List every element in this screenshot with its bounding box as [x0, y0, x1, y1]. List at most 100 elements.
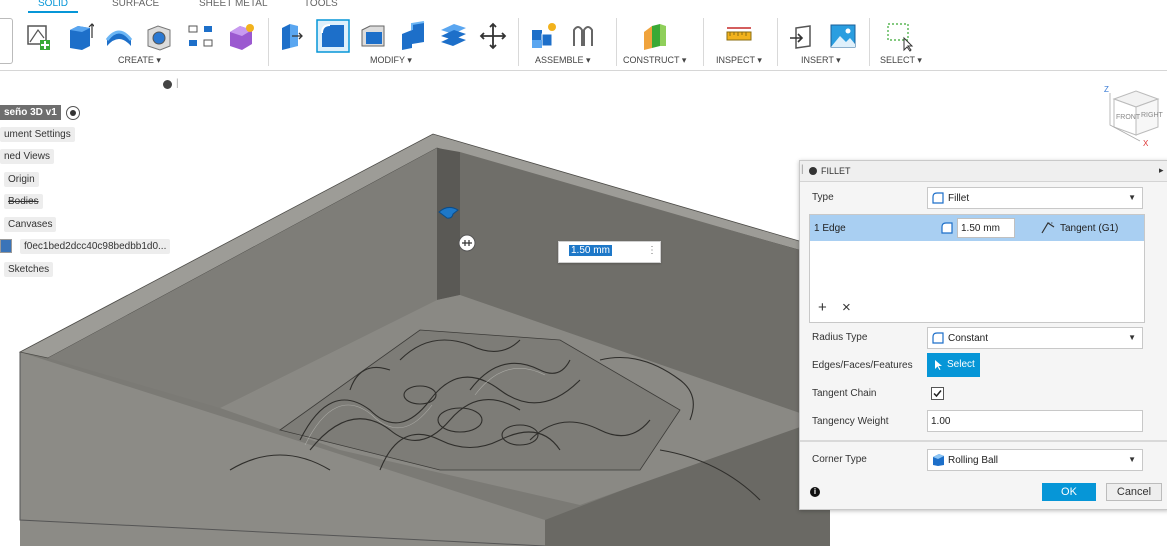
browser-collapse-icon[interactable] [163, 80, 172, 89]
new-component-icon[interactable] [528, 20, 558, 52]
browser-pin-icon[interactable]: | [176, 78, 179, 89]
browser-item-named-views[interactable]: ned Views [0, 149, 54, 164]
revolve-icon[interactable] [104, 20, 134, 52]
tab-surface[interactable]: SURFACE [112, 0, 159, 9]
viewcube[interactable]: FRONT RIGHT Z X [1100, 85, 1163, 148]
corner-type-select[interactable]: Rolling Ball ▼ [927, 449, 1143, 471]
radius-type-value: Constant [948, 333, 989, 344]
dimension-input-box[interactable]: 1.50 mm ⋮ [558, 241, 661, 263]
select-menu[interactable]: SELECT ▾ [880, 55, 922, 66]
section-divider [800, 440, 1167, 442]
toolbar-separator [268, 18, 269, 66]
fillet-icon[interactable] [316, 19, 350, 53]
tab-tools[interactable]: TOOLS [304, 0, 338, 9]
dialog-expand-icon[interactable]: ▸ [1159, 165, 1164, 176]
modify-menu[interactable]: MODIFY ▾ [370, 55, 412, 66]
info-icon[interactable]: i [810, 487, 820, 497]
tangency-weight-value[interactable]: 1.00 [931, 416, 950, 427]
edge-continuity-value[interactable]: Tangent (G1) [1060, 223, 1118, 234]
browser-root[interactable]: seño 3D v1 [0, 105, 61, 120]
radius-icon [941, 222, 953, 234]
edge-radius-value[interactable]: 1.50 mm [961, 223, 1000, 234]
tab-sheet-metal[interactable]: SHEET METAL [199, 0, 268, 9]
insert-canvas-icon[interactable] [828, 20, 858, 52]
type-value: Fillet [948, 193, 970, 204]
move-copy-icon[interactable] [478, 20, 508, 52]
radius-type-chevron-icon[interactable]: ▼ [1128, 333, 1136, 342]
dimension-more-icon[interactable]: ⋮ [647, 245, 657, 256]
toolbar-separator [777, 18, 778, 66]
edge-row-selected[interactable]: 1 Edge 1.50 mm Tangent (G1) [810, 215, 1144, 241]
browser-item-origin[interactable]: Origin [4, 172, 39, 187]
toolbar-separator [703, 18, 704, 66]
viewcube-axis-x: X [1143, 139, 1149, 148]
constant-radius-icon [932, 332, 944, 344]
extrude-icon[interactable] [64, 20, 94, 52]
radius-type-label: Radius Type [812, 332, 868, 343]
create-sketch-icon[interactable] [24, 20, 54, 52]
tangent-chain-checkbox[interactable] [931, 387, 944, 400]
tab-solid[interactable]: SOLID [38, 0, 68, 9]
press-pull-icon[interactable] [276, 20, 306, 52]
toolbar-separator [869, 18, 870, 66]
select-edges-button[interactable]: Select [927, 353, 980, 377]
toolbar-separator [616, 18, 617, 66]
add-edge-button[interactable]: + [818, 299, 827, 316]
browser-item-sketches[interactable]: Sketches [4, 262, 54, 277]
canvas-thumbnail-icon [0, 239, 12, 253]
fillet-header[interactable]: | FILLET ▸ [800, 161, 1167, 182]
select-edges-label: Select [947, 359, 975, 370]
rectangular-pattern-icon[interactable] [186, 20, 216, 52]
viewcube-right[interactable]: RIGHT [1141, 112, 1163, 119]
tangency-weight-input[interactable]: 1.00 [927, 410, 1143, 432]
dialog-grip-icon[interactable]: | [801, 164, 804, 175]
joint-icon[interactable] [568, 20, 598, 52]
active-tab-indicator [28, 11, 78, 13]
checkmark-icon [933, 390, 942, 398]
hole-icon[interactable] [144, 20, 174, 52]
cancel-button[interactable]: Cancel [1106, 483, 1162, 501]
ok-label: OK [1061, 486, 1077, 498]
corner-type-chevron-icon[interactable]: ▼ [1128, 455, 1136, 464]
insert-menu[interactable]: INSERT ▾ [801, 55, 841, 66]
offset-plane-icon[interactable] [640, 20, 670, 52]
create-form-icon[interactable] [226, 20, 256, 52]
ok-button[interactable]: OK [1042, 483, 1096, 501]
viewcube-front[interactable]: FRONT [1116, 114, 1140, 121]
cancel-label: Cancel [1116, 486, 1152, 498]
active-component-radio[interactable] [66, 106, 80, 120]
browser-panel: | seño 3D v1 ument Settings ned Views Or… [0, 78, 185, 278]
edges-faces-features-label: Edges/Faces/Features [812, 360, 913, 371]
construct-menu[interactable]: CONSTRUCT ▾ [623, 55, 686, 66]
assemble-menu[interactable]: ASSEMBLE ▾ [535, 55, 591, 66]
dialog-collapse-icon[interactable] [809, 167, 817, 175]
type-dropdown-chevron-icon[interactable]: ▼ [1128, 193, 1136, 202]
measure-icon[interactable] [724, 20, 754, 52]
inspect-menu[interactable]: INSPECT ▾ [716, 55, 762, 66]
chamfer-icon[interactable] [358, 20, 388, 52]
tangency-weight-label: Tangency Weight [812, 416, 889, 427]
combine-icon[interactable] [438, 20, 468, 52]
remove-edge-button[interactable]: × [842, 299, 851, 316]
shell-icon[interactable] [398, 20, 428, 52]
radius-type-select[interactable]: Constant ▼ [927, 327, 1143, 349]
fillet-dialog: | FILLET ▸ Type Fillet ▼ 1 Edge 1.50 mm … [799, 160, 1167, 510]
edge-radius-input[interactable]: 1.50 mm [957, 218, 1015, 238]
window-select-icon[interactable] [884, 20, 914, 52]
browser-item-canvases[interactable]: Canvases [4, 217, 57, 232]
browser-item-document-settings[interactable]: ument Settings [0, 127, 75, 142]
browser-item-bodies[interactable]: Bodies [4, 194, 43, 209]
toolbar-separator [518, 18, 519, 66]
browser-item-canvas-image[interactable]: f0ec1bed2dcc40c98bedbb1d0... [20, 239, 171, 254]
rolling-ball-icon [933, 454, 944, 466]
viewcube-axis-z: Z [1104, 85, 1109, 94]
type-label: Type [812, 192, 834, 203]
type-select[interactable]: Fillet ▼ [927, 187, 1143, 209]
dimension-input-value[interactable]: 1.50 mm [569, 245, 612, 256]
edge-count: 1 Edge [814, 223, 846, 234]
edge-selection-list[interactable]: 1 Edge 1.50 mm Tangent (G1) + × [809, 214, 1145, 323]
back-button[interactable] [0, 18, 13, 64]
create-menu[interactable]: CREATE ▾ [118, 55, 161, 66]
insert-derive-icon[interactable] [788, 20, 818, 52]
ribbon-toolbar: SOLID SURFACE SHEET METAL TOOLS CREATE ▾ [0, 0, 1167, 71]
